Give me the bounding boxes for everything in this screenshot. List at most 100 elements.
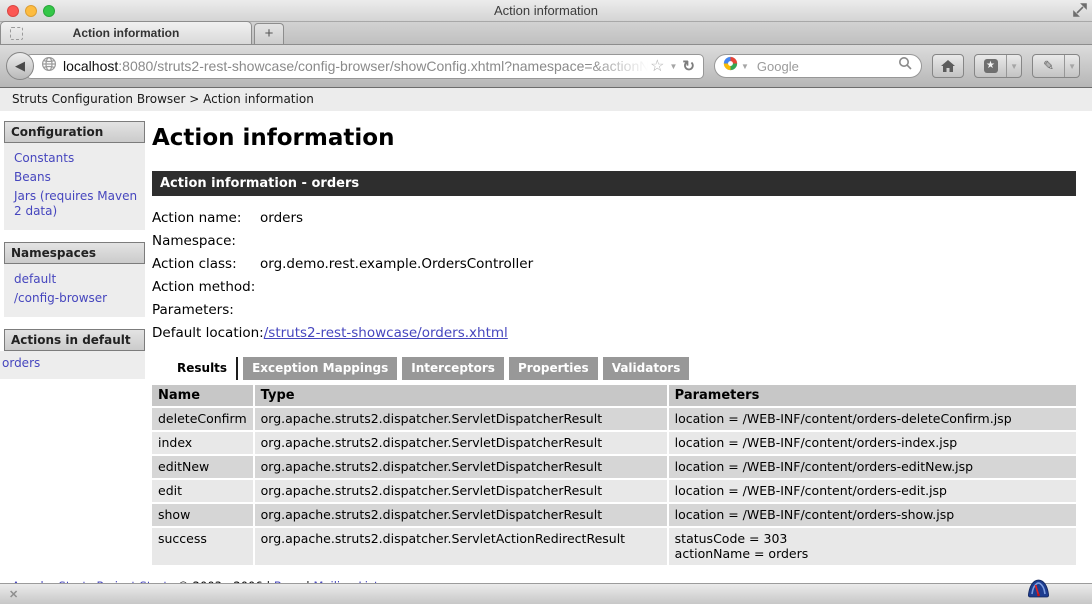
breadcrumb: Struts Configuration Browser > Action in…: [0, 88, 1092, 111]
results-table: Name Type Parameters deleteConfirm org.a…: [150, 383, 1078, 567]
cell-parameters: location = /WEB-INF/content/orders-index…: [669, 432, 1076, 454]
tab-interceptors[interactable]: Interceptors: [402, 357, 504, 380]
bookmarks-dropdown-icon[interactable]: ▼: [1006, 55, 1021, 77]
sidebar-link-beans[interactable]: Beans: [14, 170, 143, 185]
sidebar-section-configuration: Configuration Constants Beans Jars (requ…: [0, 121, 152, 230]
url-path: :8080/struts2-rest-showcase/config-brows…: [118, 58, 648, 74]
tab-properties[interactable]: Properties: [509, 357, 598, 380]
url-text[interactable]: localhost:8080/struts2-rest-showcase/con…: [63, 58, 648, 74]
field-action-name: Action name:orders: [152, 210, 1076, 226]
sidebar-link-constants[interactable]: Constants: [14, 151, 143, 166]
cell-name: show: [152, 504, 253, 526]
column-header-name: Name: [152, 385, 253, 406]
window-titlebar: Action information: [0, 0, 1092, 22]
home-button[interactable]: [932, 54, 964, 78]
field-value: org.demo.rest.example.OrdersController: [260, 256, 533, 272]
url-host: localhost: [63, 58, 118, 74]
sidebar-heading: Actions in default: [4, 329, 145, 351]
tab-bar: Action information +: [0, 22, 1092, 45]
column-header-type: Type: [255, 385, 667, 406]
close-findbar-icon[interactable]: ✕: [9, 588, 18, 601]
table-row: edit org.apache.struts2.dispatcher.Servl…: [152, 480, 1076, 502]
cell-type: org.apache.struts2.dispatcher.ServletDis…: [255, 432, 667, 454]
tab-title: Action information: [1, 26, 251, 40]
default-location-link[interactable]: /struts2-rest-showcase/orders.xhtml: [264, 325, 508, 341]
sidebar-link-orders[interactable]: orders: [2, 356, 145, 371]
cell-parameters: location = /WEB-INF/content/orders-delet…: [669, 408, 1076, 430]
cell-parameters: location = /WEB-INF/content/orders-editN…: [669, 456, 1076, 478]
cell-type: org.apache.struts2.dispatcher.ServletDis…: [255, 408, 667, 430]
tools-dropdown-icon[interactable]: ▼: [1064, 55, 1079, 77]
cell-parameters: location = /WEB-INF/content/orders-edit.…: [669, 480, 1076, 502]
globe-icon: [41, 56, 57, 77]
window-title: Action information: [0, 3, 1092, 18]
reload-icon[interactable]: ↻: [682, 57, 695, 75]
cell-type: org.apache.struts2.dispatcher.ServletDis…: [255, 504, 667, 526]
field-parameters: Parameters:: [152, 302, 1076, 318]
gauge-extension-icon[interactable]: [1027, 578, 1050, 603]
table-row: index org.apache.struts2.dispatcher.Serv…: [152, 432, 1076, 454]
status-bar: ✕: [0, 583, 1092, 604]
sidebar-section-namespaces: Namespaces default /config-browser: [0, 242, 152, 317]
sidebar-heading: Namespaces: [4, 242, 145, 264]
cell-name: editNew: [152, 456, 253, 478]
param-line-1: statusCode = 303: [675, 531, 788, 546]
field-label: Action class:: [152, 256, 260, 272]
table-row: editNew org.apache.struts2.dispatcher.Se…: [152, 456, 1076, 478]
new-tab-button[interactable]: +: [254, 23, 284, 44]
field-label: Action method:: [152, 279, 260, 295]
navigation-toolbar: ◀ localhost:8080/struts2-rest-showcase/c…: [0, 45, 1092, 88]
sidebar-link-jars[interactable]: Jars (requires Maven 2 data): [14, 189, 143, 219]
column-header-parameters: Parameters: [669, 385, 1076, 406]
table-row: success org.apache.struts2.dispatcher.Se…: [152, 528, 1076, 565]
tab-exception-mappings[interactable]: Exception Mappings: [243, 357, 397, 380]
bookmarks-star-icon[interactable]: ★: [975, 55, 1006, 77]
field-default-location: Default location:/struts2-rest-showcase/…: [152, 325, 1076, 341]
search-bar[interactable]: ▼ Google: [714, 54, 922, 78]
cell-type: org.apache.struts2.dispatcher.ServletDis…: [255, 456, 667, 478]
field-action-method: Action method:: [152, 279, 1076, 295]
panel-title: Action information - orders: [152, 171, 1076, 196]
wand-icon[interactable]: ✎: [1033, 55, 1064, 77]
url-dropdown-icon[interactable]: ▼: [670, 62, 678, 71]
search-input[interactable]: Google: [757, 59, 898, 74]
magnifier-icon[interactable]: [898, 56, 913, 76]
bookmark-star-icon[interactable]: ☆: [650, 56, 664, 76]
cell-parameters: location = /WEB-INF/content/orders-show.…: [669, 504, 1076, 526]
cell-name: success: [152, 528, 253, 565]
bookmarks-button[interactable]: ★ ▼: [974, 54, 1022, 78]
cell-name: edit: [152, 480, 253, 502]
back-button[interactable]: ◀: [6, 52, 34, 80]
field-value: orders: [260, 210, 303, 226]
sidebar-link-config-browser[interactable]: /config-browser: [14, 291, 143, 306]
field-namespace: Namespace:: [152, 233, 1076, 249]
cell-parameters: statusCode = 303actionName = orders: [669, 528, 1076, 565]
extension-tools-button[interactable]: ✎ ▼: [1032, 54, 1080, 78]
page-content: Struts Configuration Browser > Action in…: [0, 88, 1092, 583]
table-row: deleteConfirm org.apache.struts2.dispatc…: [152, 408, 1076, 430]
page-footer: Apache Struts Project Struts © 2003 - 20…: [0, 567, 1092, 583]
fullscreen-arrows-icon[interactable]: [1073, 3, 1087, 22]
param-line-2: actionName = orders: [675, 546, 1070, 561]
table-row: show org.apache.struts2.dispatcher.Servl…: [152, 504, 1076, 526]
sidebar-heading: Configuration: [4, 121, 145, 143]
sidebar: Configuration Constants Beans Jars (requ…: [0, 111, 152, 391]
google-logo-icon[interactable]: [723, 56, 738, 76]
cell-name: index: [152, 432, 253, 454]
result-tabs: Results Exception Mappings Interceptors …: [152, 357, 1076, 380]
sidebar-link-default[interactable]: default: [14, 272, 143, 287]
search-engine-dropdown-icon[interactable]: ▼: [741, 62, 749, 71]
browser-window: Action information Action information + …: [0, 0, 1092, 604]
main-content: Action information Action information - …: [152, 111, 1076, 567]
page-title: Action information: [152, 125, 1076, 151]
field-label: Default location:: [152, 325, 264, 341]
tab-results[interactable]: Results: [168, 357, 238, 380]
field-action-class: Action class:org.demo.rest.example.Order…: [152, 256, 1076, 272]
field-label: Parameters:: [152, 302, 260, 318]
cell-name: deleteConfirm: [152, 408, 253, 430]
tab-validators[interactable]: Validators: [603, 357, 690, 380]
tab-action-information[interactable]: Action information: [0, 21, 252, 44]
url-bar[interactable]: localhost:8080/struts2-rest-showcase/con…: [26, 54, 704, 79]
field-label: Namespace:: [152, 233, 260, 249]
cell-type: org.apache.struts2.dispatcher.ServletAct…: [255, 528, 667, 565]
